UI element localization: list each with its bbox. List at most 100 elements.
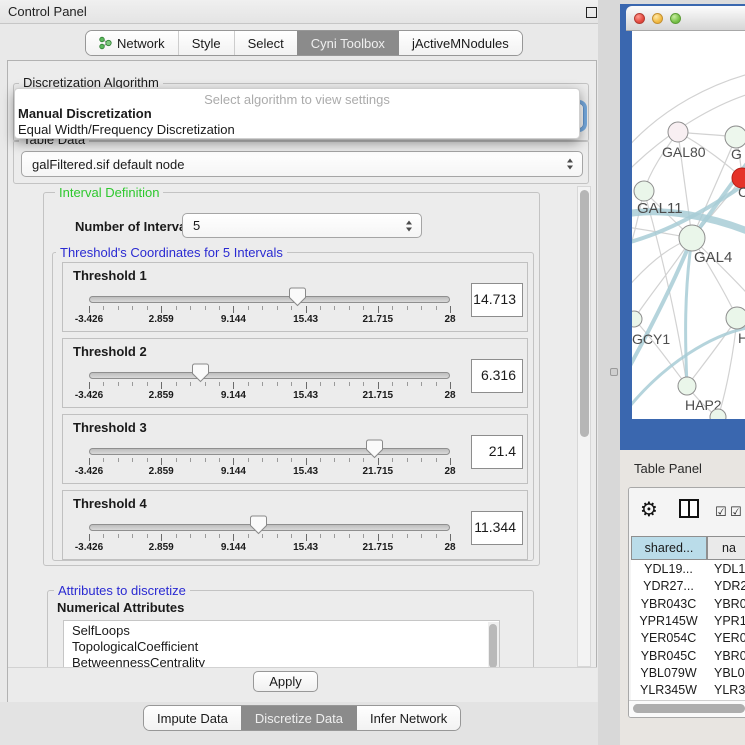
network-node[interactable] — [725, 126, 745, 148]
table-row[interactable]: YBR043C YBR0 — [631, 597, 745, 614]
table-cell[interactable]: YPR1 — [714, 614, 745, 628]
tick-mark — [334, 458, 335, 462]
tick-label: -3.426 — [75, 390, 103, 401]
network-node[interactable] — [632, 311, 642, 327]
table-row[interactable]: YPR145W YPR1 — [631, 614, 745, 631]
table-cell[interactable]: YDR27... — [631, 579, 706, 593]
scrollbar-thumb[interactable] — [580, 190, 589, 437]
yellow-traffic-light-icon[interactable] — [652, 13, 663, 24]
green-traffic-light-icon[interactable] — [670, 13, 681, 24]
tick-mark — [334, 534, 335, 538]
table-cell[interactable]: YLR3 — [714, 683, 745, 697]
table-cell[interactable]: YER054C — [631, 631, 706, 645]
tick-mark — [89, 534, 90, 541]
threshold-value-field[interactable]: 6.316 — [471, 359, 523, 393]
tab-cyni-toolbox[interactable]: Cyni Toolbox — [297, 31, 398, 55]
tick-mark — [334, 382, 335, 386]
apply-button[interactable]: Apply — [253, 671, 318, 692]
tab-discretize-data[interactable]: Discretize Data — [241, 706, 356, 730]
gear-icon[interactable]: ⚙ — [640, 497, 658, 522]
number-of-intervals-combo[interactable]: 5 — [182, 213, 422, 238]
algorithm-option[interactable]: Manual Discretization — [18, 106, 152, 121]
tick-mark — [392, 306, 393, 310]
tick-mark — [378, 382, 379, 389]
tab-select[interactable]: Select — [234, 31, 297, 55]
tab-impute-data[interactable]: Impute Data — [144, 706, 241, 730]
attributes-scrollbar[interactable] — [488, 622, 499, 667]
tab-style[interactable]: Style — [178, 31, 234, 55]
table-cell[interactable]: YBL079W — [631, 666, 706, 680]
popup-header: Select algorithm to view settings — [15, 92, 579, 107]
settings-scrollbar[interactable] — [577, 186, 591, 667]
table-cell[interactable]: YBR0 — [714, 649, 745, 663]
table-row[interactable]: YBL079W YBL0 — [631, 666, 745, 683]
red-traffic-light-icon[interactable] — [634, 13, 645, 24]
tick-mark — [320, 382, 321, 386]
table-cell[interactable]: YPR145W — [631, 614, 706, 628]
table-cell[interactable]: YBR045C — [631, 649, 706, 663]
table-cell[interactable]: YBR043C — [631, 597, 706, 611]
slider-track[interactable] — [89, 372, 450, 379]
attributes-group-label: Attributes to discretize — [54, 584, 190, 597]
tick-mark — [407, 458, 408, 462]
tick-mark — [118, 382, 119, 386]
table-row[interactable]: YER054C YER0 — [631, 631, 745, 648]
threshold-value-field[interactable]: 21.4 — [471, 435, 523, 469]
network-node[interactable] — [678, 377, 696, 395]
network-node[interactable] — [726, 307, 745, 329]
table-cell[interactable]: YDR2 — [714, 579, 745, 593]
node-label: C — [738, 184, 745, 200]
table-h-scrollbar[interactable] — [629, 700, 745, 718]
table-row[interactable]: YBR045C YBR0 — [631, 649, 745, 666]
tab-infer-network[interactable]: Infer Network — [356, 706, 460, 730]
tick-label: 21.715 — [363, 466, 394, 477]
slider-track[interactable] — [89, 524, 450, 531]
tab-jactivemnodules[interactable]: jActiveMNodules — [398, 31, 522, 55]
table-row[interactable]: YDR27... YDR2 — [631, 579, 745, 596]
tick-mark — [176, 306, 177, 310]
attribute-item[interactable]: SelfLoops — [72, 623, 130, 638]
slider-thumb[interactable] — [366, 439, 383, 459]
table-row[interactable]: YDL19... YDL1 — [631, 562, 745, 579]
slider-thumb[interactable] — [192, 363, 209, 383]
split-columns-icon[interactable] — [679, 499, 699, 518]
table-data-combo[interactable]: galFiltered.sif default node — [21, 151, 583, 177]
checkbox-icon[interactable]: ☑ — [730, 504, 742, 520]
table-cell[interactable]: YBR0 — [714, 597, 745, 611]
tick-mark — [147, 306, 148, 310]
network-node[interactable] — [634, 181, 654, 201]
table-row[interactable]: YLR345W YLR3 — [631, 683, 745, 700]
threshold-value-field[interactable]: 14.713 — [471, 283, 523, 317]
tick-label: 15.43 — [293, 390, 318, 401]
algorithm-option[interactable]: Equal Width/Frequency Discretization — [18, 122, 235, 137]
tick-label: 28 — [444, 542, 455, 553]
column-header-shared[interactable]: shared... — [631, 536, 707, 560]
table-cell[interactable]: YBL0 — [714, 666, 745, 680]
slider-track[interactable] — [89, 448, 450, 455]
slider-thumb[interactable] — [250, 515, 267, 535]
splitter-handle[interactable] — [610, 368, 618, 376]
table-cell[interactable]: YDL1 — [714, 562, 745, 576]
tab-network[interactable]: Network — [86, 31, 178, 55]
attribute-item[interactable]: TopologicalCoefficient — [72, 639, 198, 654]
table-cell[interactable]: YDL19... — [631, 562, 706, 576]
h-scrollbar-thumb[interactable] — [633, 704, 745, 713]
numerical-attributes-list[interactable]: SelfLoopsTopologicalCoefficientBetweenne… — [63, 620, 500, 667]
tick-mark — [219, 382, 220, 386]
tick-mark — [89, 458, 90, 465]
threshold-value-field[interactable]: 11.344 — [471, 511, 523, 545]
table-cell[interactable]: YLR345W — [631, 683, 706, 697]
slider-thumb[interactable] — [289, 287, 306, 307]
checkbox-icon[interactable]: ☑ — [715, 504, 727, 520]
tick-mark — [363, 534, 364, 538]
table-cell[interactable]: YER0 — [714, 631, 745, 645]
network-canvas[interactable]: GAL80GCGAL11GAL4GCY1HHAP2 — [632, 31, 745, 419]
column-header-na[interactable]: na — [707, 536, 745, 560]
network-node[interactable] — [668, 122, 688, 142]
slider-track[interactable] — [89, 296, 450, 303]
tick-mark — [320, 534, 321, 538]
tick-mark — [291, 458, 292, 462]
float-window-icon[interactable] — [586, 7, 597, 18]
network-node[interactable] — [679, 225, 705, 251]
attribute-item[interactable]: BetweennessCentrality — [72, 655, 205, 667]
